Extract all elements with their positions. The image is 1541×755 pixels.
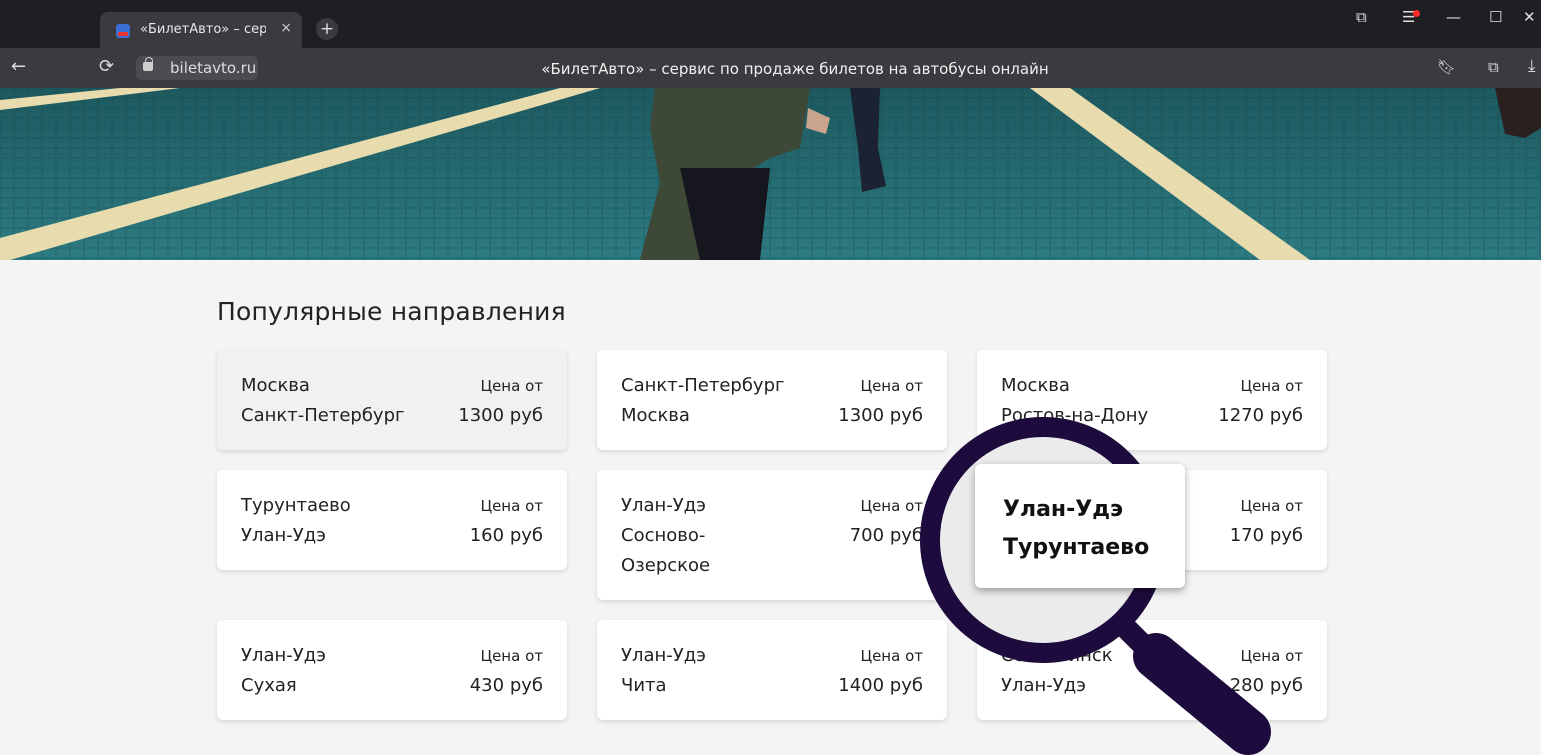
close-window-icon[interactable]: ✕ <box>1523 8 1536 26</box>
price-label: Цена от <box>860 647 923 665</box>
route-card[interactable]: Улан-Удэ Сухая Цена от 430 руб <box>217 620 567 720</box>
price-value: 160 руб <box>469 525 543 546</box>
magnified-route-card: Улан-Удэ Турунтаево <box>975 464 1185 588</box>
price-value: 1300 руб <box>838 405 923 426</box>
route-to: Сухая <box>241 675 297 696</box>
price-value: 1300 руб <box>458 405 543 426</box>
route-to-continued: Озерское <box>621 555 711 576</box>
price-label: Цена от <box>480 377 543 395</box>
magnified-from: Улан-Удэ <box>1003 497 1124 522</box>
tab-strip: «БилетАвто» – сервис п × + ⧉ ☰ — ☐ ✕ <box>0 0 1541 48</box>
route-from: Москва <box>241 375 310 396</box>
tab-close-icon[interactable]: × <box>280 20 292 36</box>
bookmark-icon[interactable]: 🔖︎ <box>1437 58 1456 76</box>
section-title: Популярные направления <box>217 297 566 326</box>
price-value: 430 руб <box>469 675 543 696</box>
price-label: Цена от <box>480 647 543 665</box>
price-label: Цена от <box>860 377 923 395</box>
route-to: Москва <box>621 405 690 426</box>
route-from: Турунтаево <box>241 495 351 516</box>
maximize-icon[interactable]: ☐ <box>1489 8 1502 26</box>
route-to: Санкт-Петербург <box>241 405 405 426</box>
collections-icon[interactable]: ⧉ <box>1356 8 1367 26</box>
minimize-icon[interactable]: — <box>1446 8 1461 26</box>
tab-title: «БилетАвто» – сервис п <box>140 22 266 37</box>
route-to: Сосново- <box>621 525 706 546</box>
route-to: Улан-Удэ <box>241 525 327 546</box>
route-card[interactable]: Улан-Удэ Сосново- Озерское Цена от 700 р… <box>597 470 947 600</box>
browser-tab[interactable]: «БилетАвто» – сервис п × <box>100 12 302 48</box>
address-bar: ← ⟳ biletavto.ru «БилетАвто» – сервис по… <box>0 48 1541 88</box>
price-label: Цена от <box>1240 377 1303 395</box>
route-from: Улан-Удэ <box>621 495 707 516</box>
reader-icon[interactable]: ⧉ <box>1488 58 1499 76</box>
route-card[interactable]: Санкт-Петербург Москва Цена от 1300 руб <box>597 350 947 450</box>
route-card[interactable]: Турунтаево Улан-Удэ Цена от 160 руб <box>217 470 567 570</box>
notification-dot <box>1413 10 1420 17</box>
magnified-to: Турунтаево <box>1003 535 1150 560</box>
hero-image <box>0 88 1541 260</box>
route-from: Москва <box>1001 375 1070 396</box>
price-value: 1400 руб <box>838 675 923 696</box>
hero-street-photo <box>0 88 1541 260</box>
price-value: 700 руб <box>849 525 923 546</box>
bus-favicon-icon <box>116 24 130 38</box>
route-card[interactable]: Москва Санкт-Петербург Цена от 1300 руб <box>217 350 567 450</box>
price-label: Цена от <box>480 497 543 515</box>
page-title-bar: «БилетАвто» – сервис по продаже билетов … <box>541 60 1049 78</box>
route-from: Санкт-Петербург <box>621 375 785 396</box>
download-icon[interactable]: ⤓ <box>1528 56 1536 76</box>
price-label: Цена от <box>860 497 923 515</box>
route-from: Улан-Удэ <box>621 645 707 666</box>
route-card[interactable]: Улан-Удэ Чита Цена от 1400 руб <box>597 620 947 720</box>
route-to: Чита <box>621 675 667 696</box>
route-from: Улан-Удэ <box>241 645 327 666</box>
new-tab-button[interactable]: + <box>316 18 338 40</box>
browser-chrome: «БилетАвто» – сервис п × + ⧉ ☰ — ☐ ✕ ← ⟳… <box>0 0 1541 88</box>
